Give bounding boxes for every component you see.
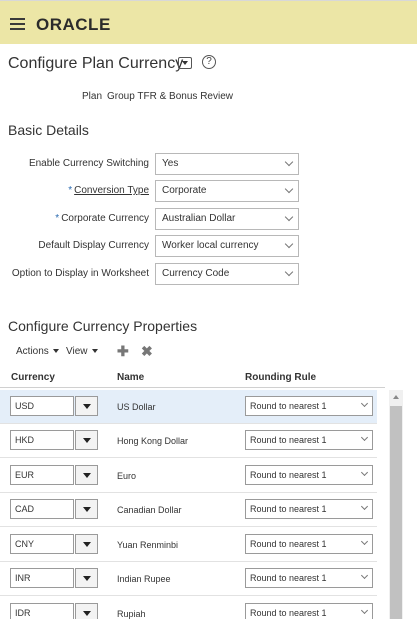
x-icon[interactable]: ✖ bbox=[141, 343, 153, 360]
rounding-rule-select[interactable]: Round to nearest 1 bbox=[245, 465, 373, 485]
caret-down-icon bbox=[52, 349, 59, 354]
chevron-down-icon bbox=[360, 433, 369, 442]
plan-value: Group TFR & Bonus Review bbox=[107, 91, 233, 102]
currency-name: Yuan Renminbi bbox=[117, 540, 179, 550]
currency-lov-button[interactable] bbox=[75, 499, 98, 519]
currency-code-input[interactable]: CAD bbox=[10, 499, 74, 519]
chevron-down-icon bbox=[360, 537, 369, 546]
default-display-currency-label: Default Display Currency bbox=[38, 240, 149, 251]
view-menu[interactable]: View bbox=[66, 346, 98, 357]
chevron-down-icon bbox=[360, 606, 369, 615]
chevron-down-icon bbox=[284, 184, 294, 194]
table-row[interactable]: USD US Dollar Round to nearest 1 bbox=[0, 390, 377, 424]
page-title: Configure Plan Currency bbox=[8, 55, 184, 72]
column-header-name: Name bbox=[117, 372, 145, 383]
currency-code-input[interactable]: HKD bbox=[10, 430, 74, 450]
scroll-up-arrow-icon[interactable] bbox=[389, 390, 403, 404]
currency-code-input[interactable]: CNY bbox=[10, 534, 74, 554]
conversion-type-label: * Conversion Type bbox=[68, 185, 149, 196]
chevron-down-icon bbox=[360, 399, 369, 408]
chevron-down-icon bbox=[360, 571, 369, 580]
currency-lov-button[interactable] bbox=[75, 603, 98, 619]
title-dropdown-icon[interactable] bbox=[178, 57, 192, 69]
table-row[interactable]: IDR Rupiah Round to nearest 1 bbox=[0, 597, 377, 619]
chevron-down-icon bbox=[284, 267, 294, 277]
currency-code-input[interactable]: IDR bbox=[10, 603, 74, 619]
currency-name: Indian Rupee bbox=[117, 574, 171, 584]
currency-code-input[interactable]: EUR bbox=[10, 465, 74, 485]
table-row[interactable]: EUR Euro Round to nearest 1 bbox=[0, 459, 377, 493]
chevron-down-icon bbox=[360, 502, 369, 511]
enable-currency-switching-select[interactable]: Yes bbox=[155, 153, 299, 175]
currency-lov-button[interactable] bbox=[75, 465, 98, 485]
option-display-worksheet-select[interactable]: Currency Code bbox=[155, 263, 299, 285]
table-row[interactable]: CAD Canadian Dollar Round to nearest 1 bbox=[0, 493, 377, 527]
table-row[interactable]: HKD Hong Kong Dollar Round to nearest 1 bbox=[0, 424, 377, 458]
actions-menu[interactable]: Actions bbox=[16, 346, 59, 357]
currency-lov-button[interactable] bbox=[75, 534, 98, 554]
enable-currency-switching-label: Enable Currency Switching bbox=[28, 158, 149, 169]
table-row[interactable]: INR Indian Rupee Round to nearest 1 bbox=[0, 562, 377, 596]
currency-name: Canadian Dollar bbox=[117, 505, 182, 515]
rounding-rule-select[interactable]: Round to nearest 1 bbox=[245, 430, 373, 450]
conversion-type-select[interactable]: Corporate bbox=[155, 180, 299, 202]
oracle-logo: ORACLE bbox=[36, 15, 111, 34]
default-display-currency-select[interactable]: Worker local currency bbox=[155, 235, 299, 257]
help-icon[interactable]: ? bbox=[202, 55, 216, 69]
currency-name: US Dollar bbox=[117, 402, 156, 412]
currency-properties-title: Configure Currency Properties bbox=[8, 318, 198, 334]
scrollbar-thumb[interactable] bbox=[390, 406, 402, 619]
rounding-rule-select[interactable]: Round to nearest 1 bbox=[245, 534, 373, 554]
plan-label: Plan bbox=[82, 91, 103, 102]
currency-code-input[interactable]: USD bbox=[10, 396, 74, 416]
chevron-down-icon bbox=[284, 212, 294, 222]
currency-lov-button[interactable] bbox=[75, 396, 98, 416]
top-bar: ORACLE bbox=[0, 0, 417, 44]
chevron-down-icon bbox=[360, 468, 369, 477]
hamburger-menu-icon[interactable] bbox=[10, 18, 25, 30]
rounding-rule-select[interactable]: Round to nearest 1 bbox=[245, 568, 373, 588]
currency-lov-button[interactable] bbox=[75, 568, 98, 588]
header-divider bbox=[0, 387, 385, 388]
currency-name: Hong Kong Dollar bbox=[117, 436, 189, 446]
option-display-worksheet-label: Option to Display in Worksheet bbox=[11, 268, 149, 279]
corporate-currency-label: * Corporate Currency bbox=[55, 213, 149, 224]
corporate-currency-select[interactable]: Australian Dollar bbox=[155, 208, 299, 230]
chevron-down-icon bbox=[284, 239, 294, 249]
caret-down-icon bbox=[91, 349, 98, 354]
plus-icon[interactable]: ✚ bbox=[117, 343, 129, 360]
rounding-rule-select[interactable]: Round to nearest 1 bbox=[245, 603, 373, 619]
rounding-rule-select[interactable]: Round to nearest 1 bbox=[245, 396, 373, 416]
currency-code-input[interactable]: INR bbox=[10, 568, 74, 588]
currency-lov-button[interactable] bbox=[75, 430, 98, 450]
chevron-down-icon bbox=[284, 157, 294, 167]
column-header-currency: Currency bbox=[11, 372, 55, 383]
column-header-rounding-rule: Rounding Rule bbox=[245, 372, 317, 383]
currency-name: Euro bbox=[117, 471, 137, 481]
table-row[interactable]: CNY Yuan Renminbi Round to nearest 1 bbox=[0, 528, 377, 562]
currency-name: Rupiah bbox=[117, 609, 146, 619]
basic-details-title: Basic Details bbox=[8, 122, 89, 138]
rounding-rule-select[interactable]: Round to nearest 1 bbox=[245, 499, 373, 519]
